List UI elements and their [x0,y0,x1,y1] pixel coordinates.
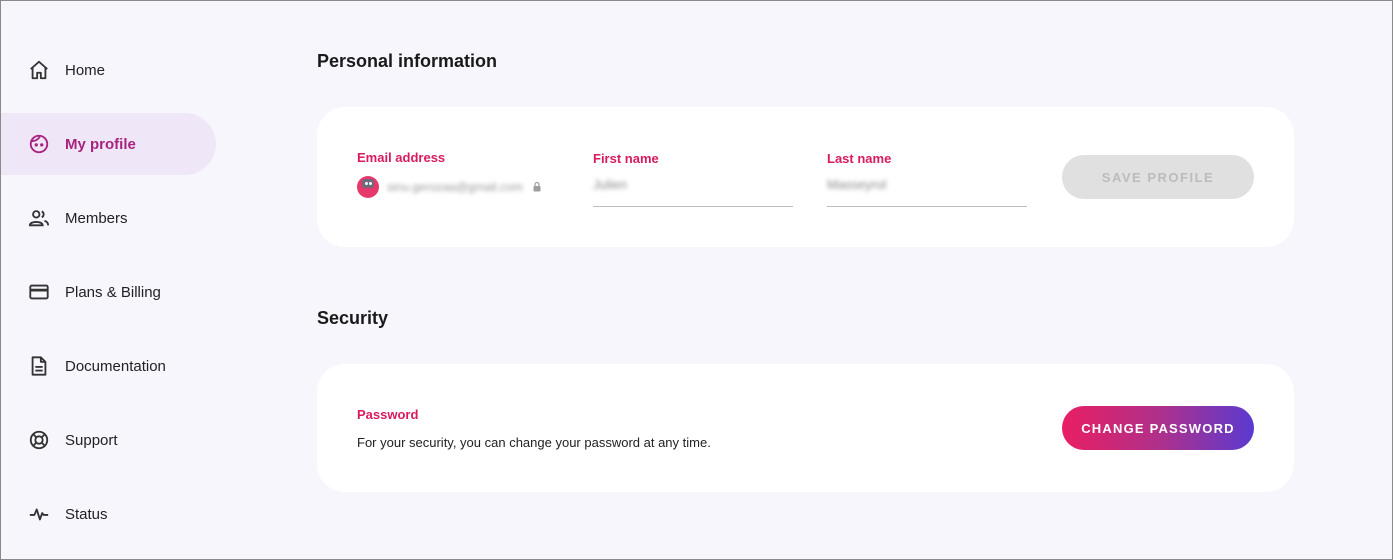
lock-icon [533,181,541,192]
home-icon [27,58,51,82]
password-description: For your security, you can change your p… [357,435,711,450]
sidebar-item-documentation[interactable]: Documentation [1,335,216,397]
sidebar-item-label: My profile [65,135,136,153]
last-name-label: Last name [827,151,892,166]
security-card: Password For your security, you can chan… [317,364,1294,492]
email-display: sinu.gerozaa@gmail.com [357,176,543,198]
sidebar-item-status[interactable]: Status [1,483,216,545]
sidebar-item-label: Support [65,431,118,449]
sidebar-item-support[interactable]: Support [1,409,216,471]
sidebar-item-my-profile[interactable]: My profile [1,113,216,175]
credit-card-icon [27,280,51,304]
personal-info-title: Personal information [317,51,498,71]
security-title: Security [317,308,389,328]
last-name-field-wrap [827,167,1027,207]
members-icon [27,206,51,230]
document-icon [27,354,51,378]
sidebar-item-label: Members [65,209,128,227]
sidebar: Home My profile Members Plans & Billing [1,1,231,559]
first-name-input[interactable] [593,177,793,192]
app-window: Home My profile Members Plans & Billing [0,0,1393,560]
email-label: Email address [357,150,446,165]
activity-icon [27,502,51,526]
password-label: Password [357,407,419,422]
sidebar-item-label: Plans & Billing [65,283,161,301]
sidebar-item-label: Home [65,61,106,79]
sidebar-item-home[interactable]: Home [1,39,216,101]
avatar [357,176,379,198]
sidebar-item-label: Status [65,505,108,523]
first-name-field-wrap [593,167,793,207]
face-icon [27,132,51,156]
personal-info-card: Email address sinu.gerozaa@gmail.com Fir… [317,107,1294,247]
sidebar-item-members[interactable]: Members [1,187,216,249]
save-profile-button[interactable]: SAVE PROFILE [1062,155,1254,199]
email-value: sinu.gerozaa@gmail.com [387,180,523,194]
sidebar-item-label: Documentation [65,357,166,375]
change-password-button[interactable]: CHANGE PASSWORD [1062,406,1254,450]
first-name-label: First name [593,151,659,166]
sidebar-item-plans-billing[interactable]: Plans & Billing [1,261,216,323]
lifebuoy-icon [27,428,51,452]
last-name-input[interactable] [827,177,1027,192]
